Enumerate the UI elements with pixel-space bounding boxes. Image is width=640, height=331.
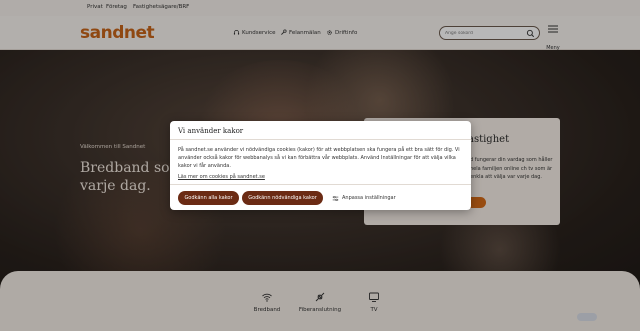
customize-settings-label: Anpassa inställningar — [342, 195, 396, 201]
customize-settings-button[interactable]: Anpassa inställningar — [332, 191, 396, 205]
cookie-dialog-body: På sandnet.se använder vi nödvändiga coo… — [178, 147, 460, 169]
divider — [170, 139, 471, 140]
sliders-icon — [332, 195, 339, 201]
chat-widget[interactable] — [577, 313, 597, 321]
accept-necessary-cookies-button[interactable]: Godkänn nödvändiga kakor — [242, 191, 323, 205]
divider — [170, 184, 471, 185]
cookie-info-link[interactable]: Läs mer om cookies på sandnet.se — [178, 174, 265, 180]
accept-all-cookies-button[interactable]: Godkänn alla kakor — [178, 191, 239, 205]
cookie-consent-dialog: Vi använder kakor På sandnet.se använder… — [170, 121, 471, 210]
cookie-dialog-title: Vi använder kakor — [178, 127, 244, 135]
